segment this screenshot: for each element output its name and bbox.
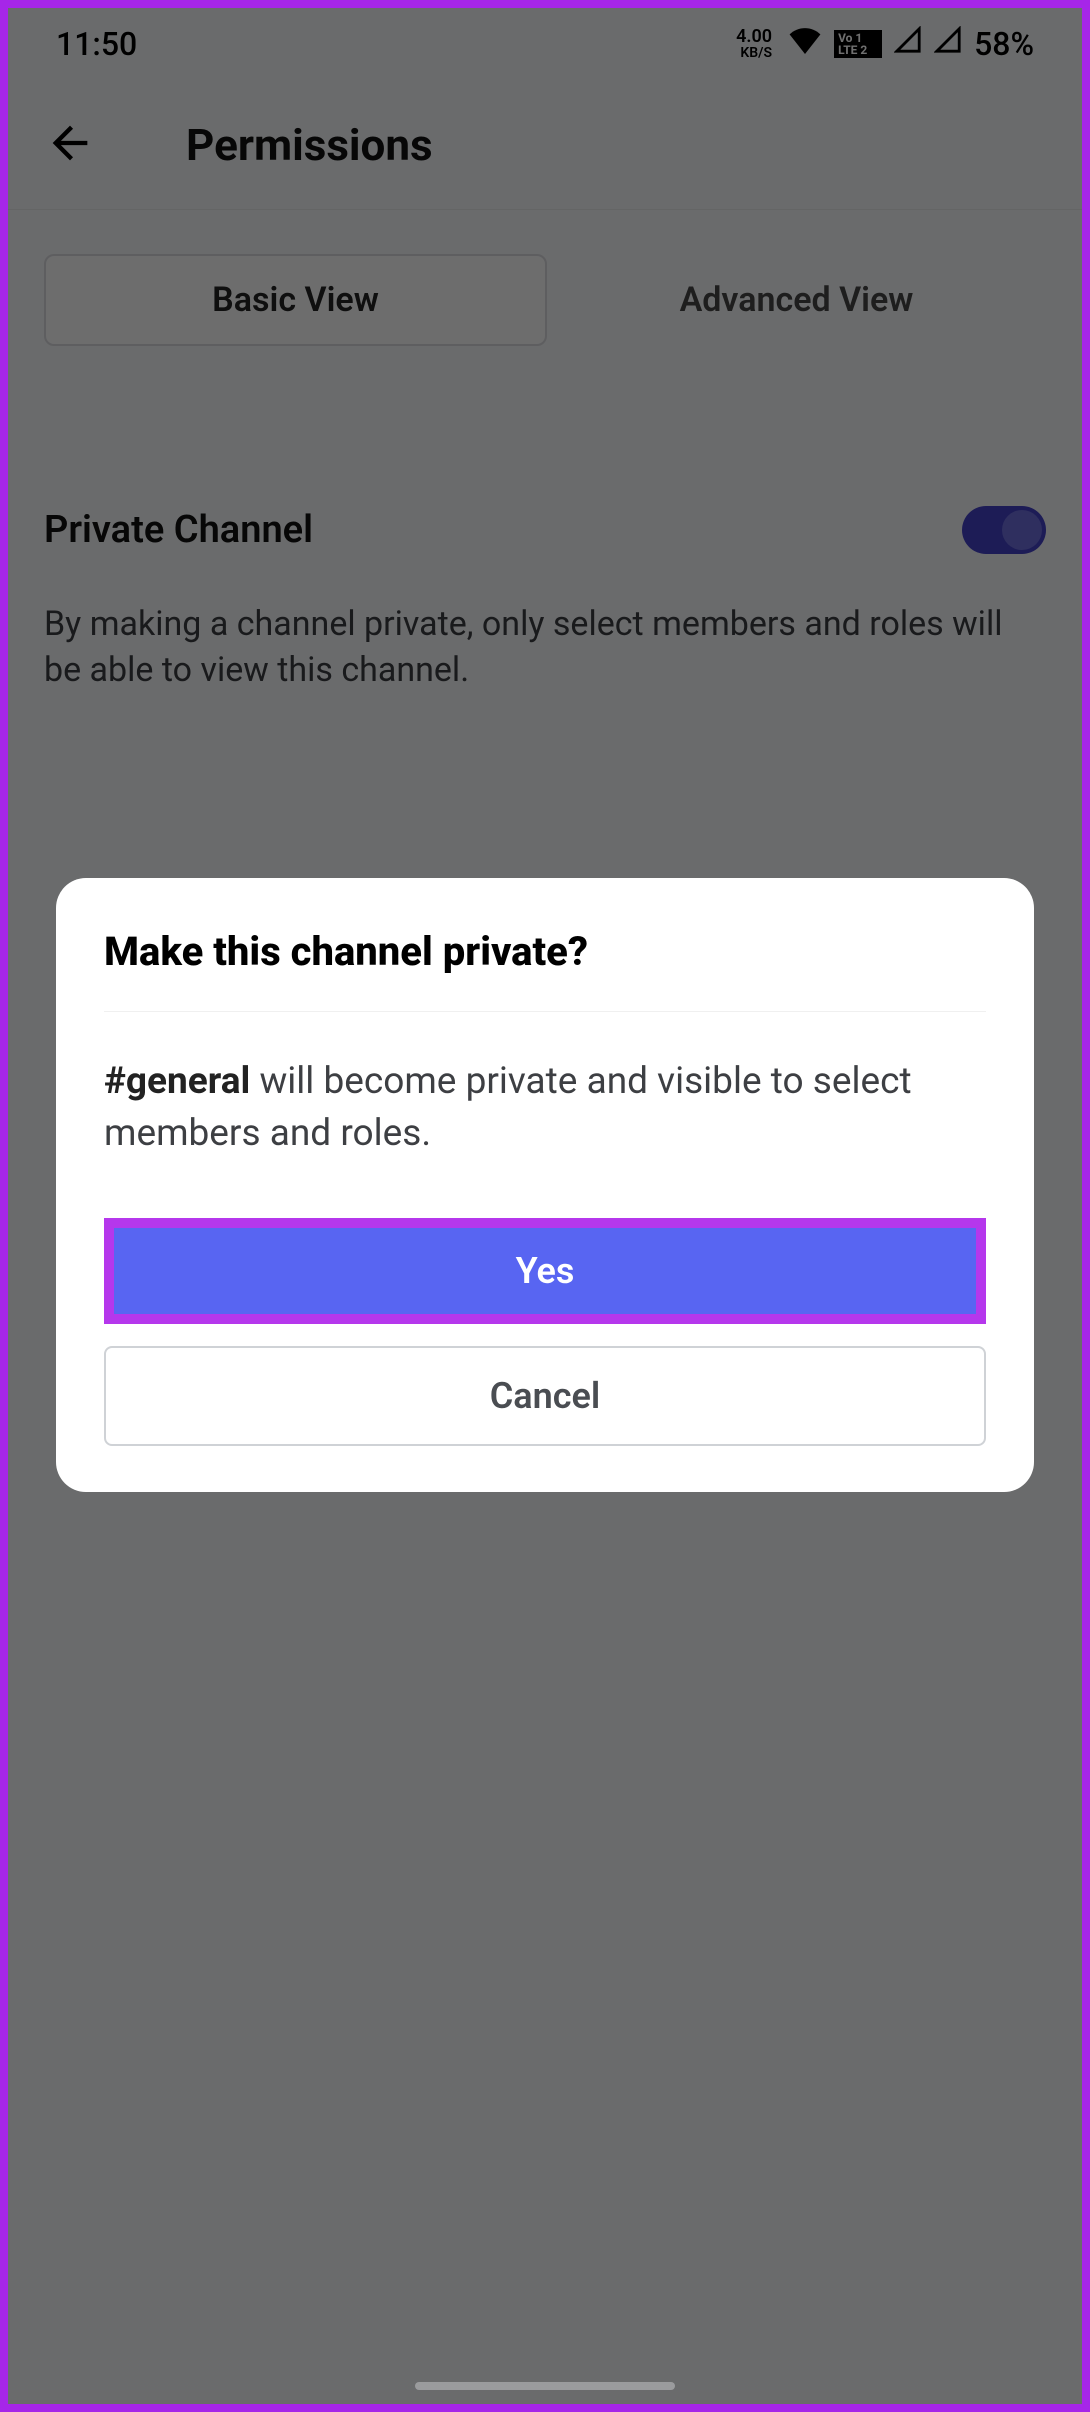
yes-button[interactable]: Yes xyxy=(114,1228,976,1314)
yes-highlight: Yes xyxy=(104,1218,986,1324)
cancel-button-label: Cancel xyxy=(490,1375,600,1417)
home-indicator[interactable] xyxy=(415,2382,675,2390)
dialog-title: Make this channel private? xyxy=(104,928,986,1012)
yes-button-label: Yes xyxy=(516,1250,575,1292)
dialog-actions: Yes Cancel xyxy=(104,1218,986,1446)
dialog-body: #general will become private and visible… xyxy=(104,1012,986,1160)
dialog-channel-name: #general xyxy=(104,1060,250,1103)
cancel-button[interactable]: Cancel xyxy=(104,1346,986,1446)
make-private-dialog: Make this channel private? #general will… xyxy=(56,878,1034,1492)
